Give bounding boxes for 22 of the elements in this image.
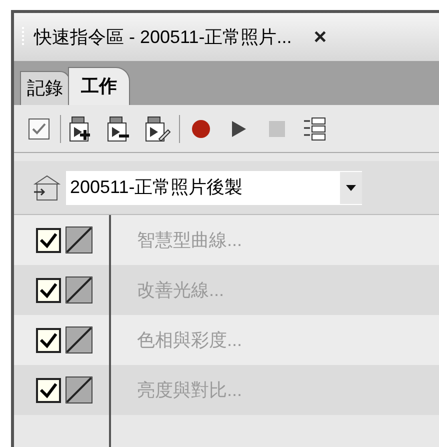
checkbox[interactable] <box>36 228 61 252</box>
window-title: 快速指令區 - 200511-正常照片... <box>34 26 292 48</box>
action-label: 智慧型曲線... <box>137 228 242 252</box>
tab[interactable]: 記錄 <box>20 71 70 105</box>
checkbox[interactable] <box>36 328 61 352</box>
checkbox[interactable] <box>36 278 61 302</box>
checkbox-icon <box>28 118 50 140</box>
list-icon <box>303 116 327 140</box>
document-play-icon <box>145 114 171 142</box>
caret-icon <box>346 184 356 190</box>
dropdown-value: 200511-正常照片後製 <box>70 176 244 199</box>
tab[interactable]: 工作 <box>68 67 130 105</box>
action-label: 色相與彩度... <box>137 328 242 352</box>
action-label: 改善光線... <box>137 278 224 302</box>
stop-icon <box>269 120 285 136</box>
play-icon <box>231 120 247 138</box>
record-icon <box>191 118 211 138</box>
close-button[interactable]: × <box>314 26 327 48</box>
action-label: 亮度與對比... <box>137 378 242 402</box>
action-set-dropdown[interactable]: 200511-正常照片後製 <box>66 170 362 204</box>
checkbox[interactable] <box>36 378 61 402</box>
building-icon <box>32 174 62 202</box>
